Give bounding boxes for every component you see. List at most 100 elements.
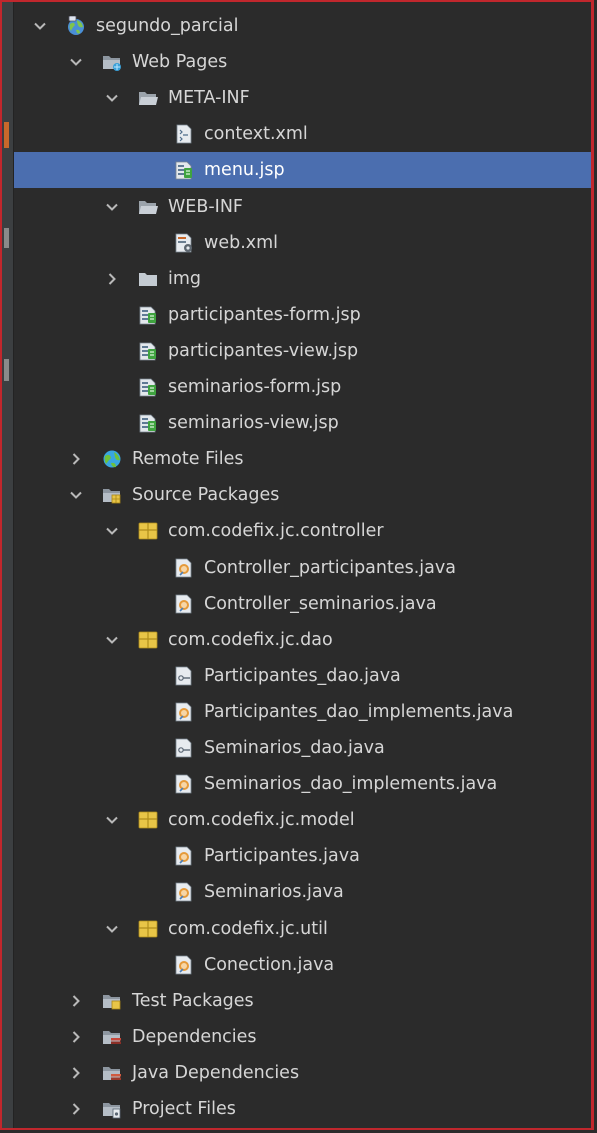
package-icon <box>138 630 158 650</box>
tree-node-participantes-java[interactable]: Participantes.java <box>14 838 591 874</box>
project-files-icon <box>102 1099 122 1119</box>
tree-node-web-pages[interactable]: Web Pages <box>14 44 591 80</box>
package-icon <box>138 810 158 830</box>
tree-node-seminarios-dao-java[interactable]: Seminarios_dao.java <box>14 730 591 766</box>
tree-node-label: segundo_parcial <box>96 16 239 36</box>
tree-node-participantes-dao-java[interactable]: Participantes_dao.java <box>14 658 591 694</box>
tree-node-web-xml[interactable]: web.xml <box>14 225 591 261</box>
tree-node-com-codefix-jc-model[interactable]: com.codefix.jc.model <box>14 802 591 838</box>
tree-node-label: img <box>168 268 202 289</box>
tree-node-dependencies[interactable]: Dependencies <box>14 1019 591 1055</box>
tree-node-seminarios-form-jsp[interactable]: seminarios-form.jsp <box>14 369 591 405</box>
tree-node-label: Project Files <box>132 1099 236 1119</box>
chevron-down-icon[interactable] <box>30 8 50 44</box>
webxml-file-icon <box>174 233 194 253</box>
java-class-icon <box>174 846 194 866</box>
tree-node-label: Test Packages <box>132 990 254 1011</box>
tree-node-context-xml[interactable]: context.xml <box>14 116 591 152</box>
tree-node-controller-participantes-java[interactable]: Controller_participantes.java <box>14 550 591 586</box>
jsp-file-icon <box>174 160 194 180</box>
tree-node-label: Participantes.java <box>204 846 360 867</box>
tree-node-label: seminarios-form.jsp <box>168 377 342 397</box>
chevron-down-icon[interactable] <box>66 477 86 513</box>
tree-node-label: Controller_seminarios.java <box>204 593 437 614</box>
chevron-down-icon[interactable] <box>102 80 122 116</box>
tree-node-com-codefix-jc-util[interactable]: com.codefix.jc.util <box>14 911 591 947</box>
chevron-right-icon[interactable] <box>102 261 122 297</box>
tree-node-label: Conection.java <box>204 954 335 975</box>
chevron-right-icon[interactable] <box>66 1019 86 1055</box>
dependencies-icon <box>102 1027 122 1047</box>
tree-node-label: web.xml <box>204 232 279 253</box>
tree-node-conection-java[interactable]: Conection.java <box>14 947 591 983</box>
tree-node-project-files[interactable]: Project Files <box>14 1091 591 1127</box>
tree-node-label: Source Packages <box>132 485 280 506</box>
java-interface-icon <box>174 666 194 686</box>
tree-node-label: Controller_participantes.java <box>204 557 456 578</box>
tree-node-com-codefix-jc-dao[interactable]: com.codefix.jc.dao <box>14 622 591 658</box>
tree-node-label: menu.jsp <box>204 160 285 181</box>
tree-node-seminarios-dao-implements-java[interactable]: Seminarios_dao_implements.java <box>14 766 591 802</box>
tree-node-label: com.codefix.jc.dao <box>168 629 333 650</box>
tree-node-com-codefix-jc-controller[interactable]: com.codefix.jc.controller <box>14 513 591 549</box>
java-class-icon <box>174 774 194 794</box>
tree-node-label: WEB-INF <box>168 196 243 217</box>
projects-panel: segundo_parcial Web Pages META-INF context.… <box>0 0 594 1130</box>
tree-node-label: Seminarios_dao_implements.java <box>204 774 498 795</box>
tree-node-label: Dependencies <box>132 1026 257 1047</box>
tree-node-label: Web Pages <box>132 52 228 73</box>
tree-node-segundo-parcial[interactable]: segundo_parcial <box>14 8 591 44</box>
tree-node-label: Seminarios_dao.java <box>204 738 385 758</box>
tree-node-label: Participantes_dao.java <box>204 665 401 686</box>
tree-node-label: com.codefix.jc.controller <box>168 521 384 542</box>
chevron-right-icon[interactable] <box>66 1055 86 1091</box>
tree-node-remote-files[interactable]: Remote Files <box>14 441 591 477</box>
side-tab-marker[interactable] <box>4 228 9 248</box>
chevron-down-icon[interactable] <box>102 802 122 838</box>
java-class-icon <box>174 955 194 975</box>
project-tree: segundo_parcial Web Pages META-INF context.… <box>14 2 591 1128</box>
tree-node-img[interactable]: img <box>14 261 591 297</box>
chevron-down-icon[interactable] <box>102 911 122 947</box>
tree-node-label: participantes-form.jsp <box>168 304 361 325</box>
tree-node-label: com.codefix.jc.model <box>168 810 355 831</box>
chevron-down-icon[interactable] <box>102 189 122 225</box>
test-packages-icon <box>102 991 122 1011</box>
tree-node-controller-seminarios-java[interactable]: Controller_seminarios.java <box>14 586 591 622</box>
remote-files-icon <box>102 449 122 469</box>
tree-node-web-inf[interactable]: WEB-INF <box>14 189 591 225</box>
chevron-down-icon[interactable] <box>102 622 122 658</box>
java-class-icon <box>174 702 194 722</box>
tree-node-meta-inf[interactable]: META-INF <box>14 80 591 116</box>
java-class-icon <box>174 594 194 614</box>
side-tab-marker[interactable] <box>4 122 9 148</box>
tree-node-participantes-view-jsp[interactable]: participantes-view.jsp <box>14 333 591 369</box>
side-tab-marker[interactable] <box>4 359 9 381</box>
web-folder-icon <box>102 52 122 72</box>
java-class-icon <box>174 882 194 902</box>
side-toolbar-strip <box>2 2 14 1128</box>
globe-icon <box>66 15 86 36</box>
tree-node-seminarios-java[interactable]: Seminarios.java <box>14 874 591 910</box>
tree-node-label: context.xml <box>204 124 308 145</box>
tree-node-label: Seminarios.java <box>204 882 344 903</box>
java-interface-icon <box>174 738 194 758</box>
tree-node-source-packages[interactable]: Source Packages <box>14 477 591 513</box>
tree-node-test-packages[interactable]: Test Packages <box>14 983 591 1019</box>
java-dependencies-icon <box>102 1063 122 1083</box>
chevron-right-icon[interactable] <box>66 441 86 477</box>
tree-node-label: Java Dependencies <box>132 1062 300 1083</box>
chevron-right-icon[interactable] <box>66 1091 86 1127</box>
tree-node-java-dependencies[interactable]: Java Dependencies <box>14 1055 591 1091</box>
tree-node-seminarios-view-jsp[interactable]: seminarios-view.jsp <box>14 405 591 441</box>
tree-node-participantes-dao-implements-java[interactable]: Participantes_dao_implements.java <box>14 694 591 730</box>
tree-node-menu-jsp[interactable]: menu.jsp <box>14 152 591 189</box>
folder-icon <box>138 269 158 289</box>
chevron-down-icon[interactable] <box>102 513 122 549</box>
tree-node-participantes-form-jsp[interactable]: participantes-form.jsp <box>14 297 591 333</box>
tree-node-label: seminarios-view.jsp <box>168 413 339 434</box>
chevron-down-icon[interactable] <box>66 44 86 80</box>
jsp-file-icon <box>138 377 158 397</box>
chevron-right-icon[interactable] <box>66 983 86 1019</box>
jsp-file-icon <box>138 341 158 361</box>
